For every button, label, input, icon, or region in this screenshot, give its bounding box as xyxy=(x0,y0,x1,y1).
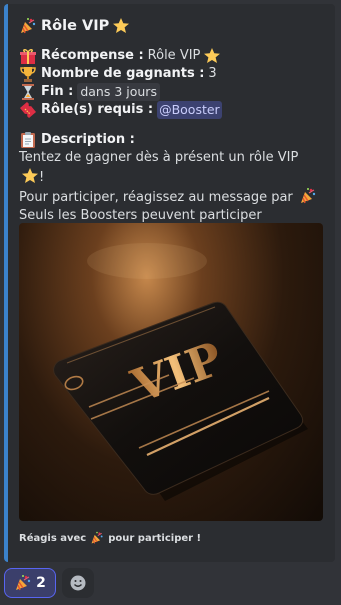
roles-label: Rôle(s) requis : xyxy=(41,102,154,117)
party-popper-icon xyxy=(299,187,317,205)
ticket-icon xyxy=(19,101,37,119)
star-icon xyxy=(112,17,130,35)
star-icon xyxy=(21,167,39,185)
reactions-bar: 2 xyxy=(4,568,94,598)
party-popper-icon xyxy=(19,17,37,35)
winners-value: 3 xyxy=(208,66,217,81)
footer-text-start: Réagis avec xyxy=(19,532,87,544)
footer-text-end: pour participer ! xyxy=(108,532,202,544)
end-label: Fin : xyxy=(41,84,74,99)
role-mention[interactable]: @Booster xyxy=(157,101,222,119)
giveaway-embed: Rôle VIP Récompense : Rôle VIP Nombre de… xyxy=(4,4,335,562)
reward-field: Récompense : Rôle VIP xyxy=(19,47,320,65)
embed-footer: Réagis avec pour participer ! xyxy=(19,531,201,545)
hourglass-icon xyxy=(19,83,37,101)
add-reaction-button[interactable] xyxy=(62,568,94,598)
winners-field: Nombre de gagnants : 3 xyxy=(19,65,320,83)
reaction-count: 2 xyxy=(36,575,46,591)
trophy-icon xyxy=(19,65,37,83)
reward-value: Rôle VIP xyxy=(147,48,201,63)
roles-field: Rôle(s) requis : @Booster xyxy=(19,101,320,119)
embed-title: Rôle VIP xyxy=(19,14,320,38)
end-timestamp[interactable]: dans 3 jours xyxy=(77,83,160,101)
party-popper-icon xyxy=(90,531,104,545)
description: Description : Tentez de gagner dès à pré… xyxy=(19,131,320,225)
end-field: Fin : dans 3 jours xyxy=(19,83,320,101)
description-label: Description : xyxy=(41,132,135,147)
party-popper-icon xyxy=(14,574,32,592)
embed-title-text: Rôle VIP xyxy=(41,18,110,34)
reward-label: Récompense : xyxy=(41,48,144,63)
vip-card-image[interactable]: VIP xyxy=(19,223,323,521)
party-reaction-button[interactable]: 2 xyxy=(4,568,56,598)
description-line: Tentez de gagner dès à présent un rôle V… xyxy=(19,150,299,185)
clipboard-icon xyxy=(19,131,37,149)
description-heading: Description : xyxy=(19,131,320,149)
add-reaction-icon xyxy=(70,575,86,591)
description-line: Pour participer, réagissez au message pa… xyxy=(19,187,320,207)
gift-icon xyxy=(19,47,37,65)
star-icon xyxy=(203,47,221,65)
winners-label: Nombre de gagnants : xyxy=(41,66,205,81)
